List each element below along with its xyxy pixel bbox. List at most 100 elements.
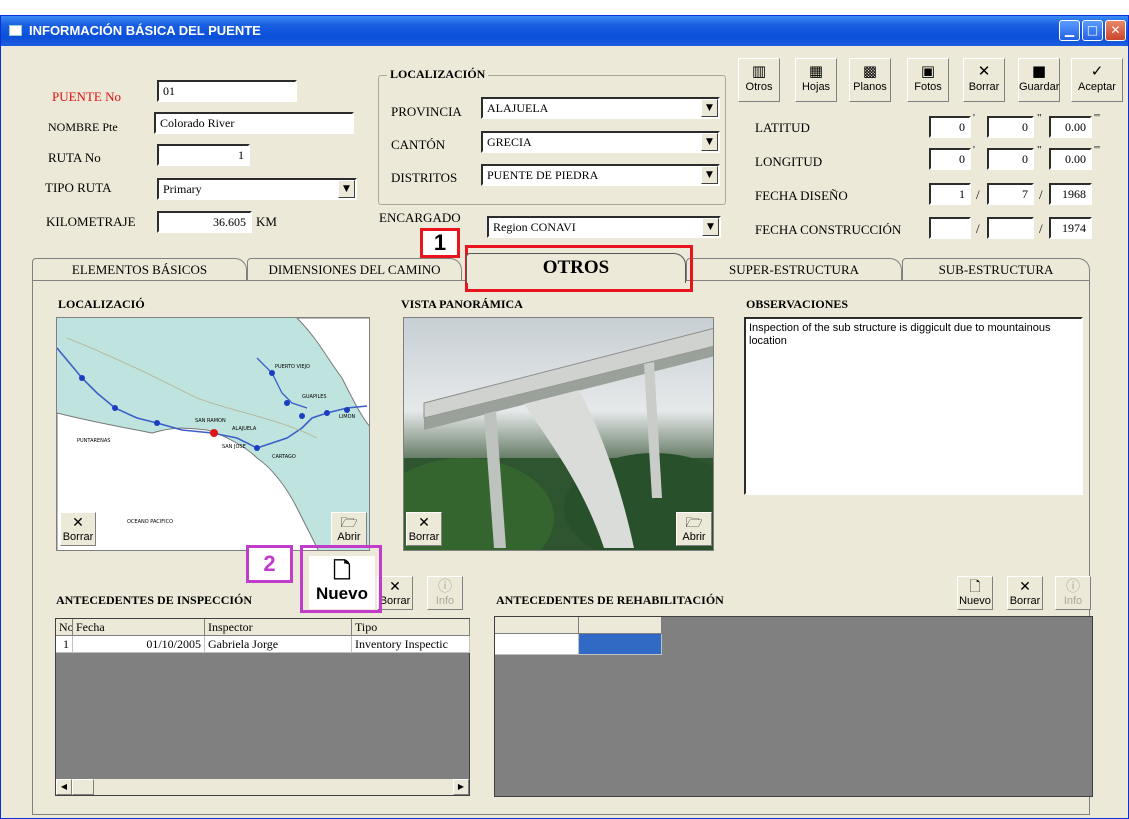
rehabilitacion-table[interactable] [494, 616, 1093, 797]
scroll-left-icon[interactable]: ◀ [56, 779, 72, 795]
planos-button[interactable]: ▩ Planos [849, 58, 891, 102]
dropdown-arrow-icon[interactable]: ▼ [701, 133, 718, 151]
fecha-diseno-label: FECHA DISEÑO [755, 188, 848, 203]
title-bar[interactable]: INFORMACIÓN BÁSICA DEL PUENTE ▁ □ ✕ [1, 16, 1128, 46]
table-cell[interactable]: 1 [56, 636, 73, 653]
provincia-select[interactable]: ALAJUELA ▼ [481, 97, 720, 119]
const-year[interactable]: 1974 [1049, 217, 1092, 239]
const-month[interactable] [987, 217, 1034, 239]
canton-select[interactable]: GRECIA ▼ [481, 131, 720, 153]
map-borrar-button[interactable]: ✕ Borrar [60, 512, 96, 546]
kilometraje-field[interactable]: 36.605 [157, 211, 252, 233]
tab-dimensiones-del-camino[interactable]: DIMENSIONES DEL CAMINO [247, 258, 462, 280]
open-folder-icon: 🗁 [685, 515, 703, 531]
dropdown-arrow-icon[interactable]: ▼ [702, 218, 719, 236]
dropdown-arrow-icon[interactable]: ▼ [701, 166, 718, 184]
map-label: ALAJUELA [232, 426, 257, 432]
latitud-label: LATITUD [755, 120, 810, 135]
close-icon: ✕ [1019, 579, 1031, 595]
puente-no-label: PUENTE No [52, 89, 121, 104]
lon-sec[interactable]: 0.00 [1049, 148, 1092, 170]
window-icon [9, 25, 22, 36]
horizontal-scrollbar[interactable]: ◀ ▶ [56, 779, 469, 795]
blueprint-icon: ▩ [862, 62, 878, 80]
tipo-ruta-select[interactable]: Primary ▼ [157, 178, 357, 200]
otros-button[interactable]: ▥ Otros [738, 58, 780, 102]
antecedentes-rehabilitacion-title: ANTECEDENTES DE REHABILITACIÓN [496, 593, 724, 607]
date-sep: / [976, 221, 980, 236]
open-folder-icon: 🗁 [340, 515, 358, 531]
books-icon: ▥ [751, 62, 767, 80]
localizacion-group-label: LOCALIZACIÓN [387, 67, 489, 82]
photo-abrir-button[interactable]: 🗁 Abrir [676, 512, 712, 546]
table-cell[interactable]: Inventory Inspectic [352, 636, 470, 653]
col-inspector[interactable]: Inspector [205, 619, 352, 636]
table-cell[interactable] [495, 634, 579, 655]
observaciones-title: OBSERVACIONES [746, 297, 849, 311]
lat-sec[interactable]: 0.00 [1049, 116, 1092, 138]
fecha-construccion-label: FECHA CONSTRUCCIÓN [755, 222, 902, 237]
rehab-info-button[interactable]: ⓘ Info [1055, 576, 1091, 610]
diseno-day[interactable]: 1 [929, 183, 971, 205]
rehab-borrar-button[interactable]: ✕ Borrar [1007, 576, 1043, 610]
map-image: PUERTO VIEJO GUAPILES SAN RAMON ALAJUELA… [57, 318, 369, 550]
map-abrir-button[interactable]: 🗁 Abrir [331, 512, 367, 546]
fotos-button[interactable]: ▣ Fotos [907, 58, 949, 102]
table-cell[interactable]: 01/10/2005 [73, 636, 205, 653]
selected-cell[interactable] [579, 634, 662, 655]
lon-min[interactable]: 0 [987, 148, 1034, 170]
tab-elementos-basicos[interactable]: ELEMENTOS BÁSICOS [32, 258, 247, 280]
info-icon: ⓘ [1066, 579, 1080, 595]
close-button[interactable]: ✕ [1105, 20, 1126, 41]
puente-no-field[interactable]: 01 [157, 80, 297, 102]
map-label: SAN JOSE [222, 444, 246, 450]
header-cell[interactable] [495, 617, 579, 634]
distritos-select[interactable]: PUENTE DE PIEDRA ▼ [481, 164, 720, 186]
aceptar-button[interactable]: ✓ Aceptar [1071, 58, 1123, 102]
photo-borrar-button[interactable]: ✕ Borrar [406, 512, 442, 546]
inspeccion-borrar-button[interactable]: ✕ Borrar [377, 576, 413, 610]
rehab-nuevo-button[interactable]: 🗋 Nuevo [957, 576, 993, 610]
date-sep: / [1039, 221, 1043, 236]
observaciones-textarea[interactable]: Inspection of the sub structure is diggi… [744, 317, 1083, 495]
col-fecha[interactable]: Fecha [73, 619, 205, 636]
callout-number-2: 2 [246, 545, 293, 583]
ruta-label: RUTA No [48, 150, 101, 165]
table-cell[interactable]: Gabriela Jorge [205, 636, 352, 653]
hojas-button[interactable]: ▦ Hojas [795, 58, 837, 102]
guardar-button[interactable]: ■ Guardar [1018, 58, 1060, 102]
vista-panoramica-title: VISTA PANORÁMICA [401, 297, 523, 311]
borrar-button[interactable]: ✕ Borrar [963, 58, 1005, 102]
dropdown-arrow-icon[interactable]: ▼ [338, 180, 355, 198]
scroll-right-icon[interactable]: ▶ [453, 779, 469, 795]
minimize-button[interactable]: ▁ [1059, 20, 1080, 41]
tab-super-estructura[interactable]: SUPER-ESTRUCTURA [686, 258, 902, 280]
lat-min[interactable]: 0 [987, 116, 1034, 138]
lat-deg[interactable]: 0 [929, 116, 971, 138]
tab-sub-estructura[interactable]: SUB-ESTRUCTURA [902, 258, 1090, 280]
map-label: PUERTO VIEJO [275, 364, 310, 370]
col-no[interactable]: No [56, 619, 73, 636]
map-label: OCEANO PACIFICO [127, 519, 173, 525]
dropdown-arrow-icon[interactable]: ▼ [701, 99, 718, 117]
min-mark: " [1037, 112, 1042, 124]
nombre-field[interactable]: Colorado River [154, 112, 354, 134]
lon-deg[interactable]: 0 [929, 148, 971, 170]
kilometraje-label: KILOMETRAJE [46, 214, 136, 229]
canton-label: CANTÓN [391, 137, 446, 152]
inspeccion-table[interactable]: No Fecha Inspector Tipo 1 01/10/2005 Gab… [55, 618, 470, 796]
sec-mark: ''' [1094, 112, 1100, 124]
scroll-thumb[interactable] [72, 779, 94, 795]
diseno-month[interactable]: 7 [987, 183, 1034, 205]
ruta-field[interactable]: 1 [157, 144, 250, 166]
const-day[interactable] [929, 217, 971, 239]
tab-otros[interactable]: OTROS [466, 253, 686, 283]
provincia-label: PROVINCIA [391, 104, 462, 119]
header-cell[interactable] [579, 617, 662, 634]
close-icon: ✕ [977, 62, 991, 80]
encargado-select[interactable]: Region CONAVI ▼ [487, 216, 721, 238]
col-tipo[interactable]: Tipo [352, 619, 470, 636]
maximize-button[interactable]: □ [1082, 20, 1103, 41]
inspeccion-info-button[interactable]: ⓘ Info [427, 576, 463, 610]
diseno-year[interactable]: 1968 [1049, 183, 1092, 205]
